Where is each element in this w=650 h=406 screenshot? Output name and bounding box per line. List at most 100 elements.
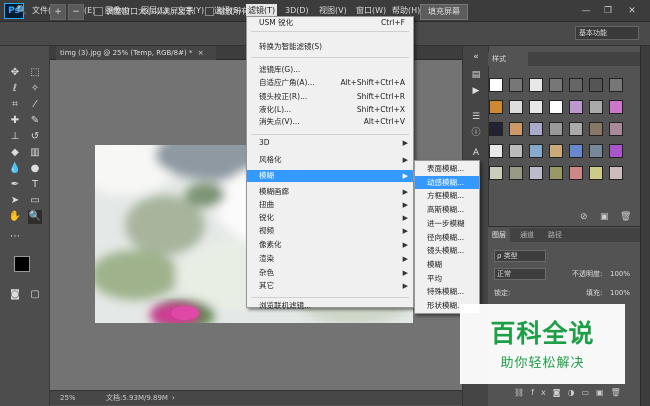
status-arrow-icon[interactable]: › bbox=[172, 391, 175, 405]
filter-menu-item[interactable]: 模糊画廊 ▶ bbox=[247, 186, 413, 198]
style-swatch[interactable] bbox=[509, 78, 523, 92]
healing-brush-icon[interactable]: ✚ bbox=[8, 114, 22, 128]
tab-layers[interactable]: 图层 bbox=[488, 228, 510, 242]
style-swatch[interactable] bbox=[549, 144, 563, 158]
filter-menu-item[interactable]: 其它 ▶ bbox=[247, 280, 413, 292]
style-swatch[interactable] bbox=[589, 122, 603, 136]
zoom-tool-icon[interactable]: 🔍 bbox=[14, 4, 30, 20]
zoom-all-checkbox[interactable] bbox=[205, 7, 214, 16]
zoom-level[interactable]: 25% bbox=[60, 391, 76, 405]
filter-menu-item[interactable]: 3D ▶ bbox=[247, 137, 413, 149]
blur-submenu-item[interactable]: 镜头模糊... bbox=[415, 244, 479, 258]
actions-panel-icon[interactable]: ▶ bbox=[468, 84, 484, 98]
style-swatch[interactable] bbox=[609, 122, 623, 136]
no-style-swatch[interactable] bbox=[489, 78, 503, 92]
blur-submenu-item[interactable]: 平均 bbox=[415, 272, 479, 286]
blur-submenu-item[interactable]: 高斯模糊... bbox=[415, 203, 479, 217]
blur-submenu-item[interactable]: 表面模糊... bbox=[415, 162, 479, 176]
filter-menu-item[interactable]: 消失点(V)... Alt+Ctrl+V bbox=[247, 116, 413, 128]
style-swatch[interactable] bbox=[529, 144, 543, 158]
style-swatch[interactable] bbox=[529, 166, 543, 180]
filter-menu-item[interactable]: 浏览联机滤镜... bbox=[247, 300, 413, 312]
style-swatch[interactable] bbox=[509, 144, 523, 158]
style-swatch[interactable] bbox=[609, 100, 623, 114]
collapse-icon[interactable]: « bbox=[468, 50, 484, 64]
blend-mode-select[interactable]: 正常 bbox=[494, 268, 546, 280]
filter-menu-item[interactable]: 液化(L)... Shift+Ctrl+X bbox=[247, 104, 413, 116]
filter-menu-item[interactable]: 像素化 ▶ bbox=[247, 239, 413, 251]
style-swatch[interactable] bbox=[509, 100, 523, 114]
style-swatch[interactable] bbox=[569, 166, 583, 180]
tab-paths[interactable]: 路径 bbox=[544, 228, 566, 242]
blur-submenu-item[interactable]: 动感模糊... bbox=[415, 175, 479, 190]
screen-mode-icon[interactable]: ▢ bbox=[28, 288, 42, 302]
opacity-value[interactable]: 100% bbox=[610, 268, 630, 280]
style-swatch[interactable] bbox=[489, 144, 503, 158]
hand-tool-icon[interactable]: ✋ bbox=[8, 210, 22, 224]
char-panel-icon[interactable]: A bbox=[468, 146, 484, 160]
style-swatch[interactable] bbox=[609, 144, 623, 158]
style-swatch[interactable] bbox=[489, 166, 503, 180]
workspace-select[interactable]: 基本功能 bbox=[575, 26, 639, 40]
style-swatch[interactable] bbox=[609, 78, 623, 92]
no-style-icon[interactable]: ⊘ bbox=[580, 212, 588, 222]
marquee-tool-icon[interactable]: ⬚ bbox=[28, 66, 42, 80]
blur-submenu-item[interactable]: 特殊模糊... bbox=[415, 285, 479, 299]
style-swatch[interactable] bbox=[509, 122, 523, 136]
filter-menu-item[interactable]: 滤镜库(G)... bbox=[247, 64, 413, 76]
more-tools-icon[interactable]: ⋯ bbox=[8, 230, 22, 244]
close-icon[interactable]: ✕ bbox=[624, 5, 640, 17]
filter-menu-item[interactable]: 模糊 ▶ bbox=[247, 170, 413, 182]
style-swatch[interactable] bbox=[569, 122, 583, 136]
style-swatch[interactable] bbox=[589, 144, 603, 158]
style-swatch[interactable] bbox=[489, 100, 503, 114]
properties-panel-icon[interactable]: ☰ bbox=[468, 110, 484, 124]
clone-stamp-icon[interactable]: ⊥ bbox=[8, 130, 22, 144]
zoom-out-icon[interactable]: − bbox=[68, 4, 84, 20]
foreground-color-swatch[interactable] bbox=[14, 256, 30, 272]
style-swatch[interactable] bbox=[489, 122, 503, 136]
style-swatch[interactable] bbox=[529, 100, 543, 114]
style-swatch[interactable] bbox=[549, 122, 563, 136]
blur-submenu-item[interactable]: 径向模糊... bbox=[415, 231, 479, 245]
fill-value[interactable]: 100% bbox=[610, 287, 630, 299]
zoom-in-icon[interactable]: + bbox=[50, 4, 66, 20]
tab-channels[interactable]: 通道 bbox=[516, 228, 538, 242]
style-swatch[interactable] bbox=[589, 78, 603, 92]
history-brush-icon[interactable]: ↺ bbox=[28, 130, 42, 144]
move-tool-icon[interactable]: ✥ bbox=[8, 66, 22, 80]
blur-submenu-item[interactable]: 方框模糊... bbox=[415, 189, 479, 203]
minimize-icon[interactable]: — bbox=[578, 5, 594, 17]
fill-screen-button[interactable]: 填充屏幕 bbox=[420, 4, 468, 20]
filter-menu-item[interactable]: 自适应广角(A)... Alt+Shift+Ctrl+A bbox=[247, 77, 413, 89]
gradient-tool-icon[interactable]: ▥ bbox=[28, 146, 42, 160]
style-swatch[interactable] bbox=[569, 144, 583, 158]
lasso-tool-icon[interactable]: ℓ bbox=[8, 82, 22, 96]
document-tab[interactable]: timg (3).jpg @ 25% (Temp, RGB/8#) * × bbox=[56, 46, 216, 60]
style-swatch[interactable] bbox=[569, 78, 583, 92]
history-panel-icon[interactable]: ▤ bbox=[468, 68, 484, 82]
filter-menu-item[interactable]: 镜头校正(R)... Shift+Ctrl+R bbox=[247, 91, 413, 103]
style-swatch[interactable] bbox=[549, 100, 563, 114]
doc-size[interactable]: 文档:5.93M/9.89M bbox=[106, 391, 168, 405]
filter-menu-item[interactable]: 渲染 ▶ bbox=[247, 253, 413, 265]
style-swatch[interactable] bbox=[529, 78, 543, 92]
layer-actions-icons[interactable]: ⛓fx◙◑▭▣🗑 bbox=[514, 388, 628, 397]
path-select-icon[interactable]: ➤ bbox=[8, 194, 22, 208]
dodge-tool-icon[interactable]: ● bbox=[28, 162, 42, 176]
eyedropper-icon[interactable]: ⁄ bbox=[28, 98, 42, 112]
quick-mask-icon[interactable]: ◙ bbox=[8, 288, 22, 302]
style-swatch[interactable] bbox=[569, 100, 583, 114]
eraser-tool-icon[interactable]: ◆ bbox=[8, 146, 22, 160]
new-style-icon[interactable]: ▣ bbox=[600, 212, 609, 222]
blur-submenu-item[interactable]: 进一步模糊 bbox=[415, 217, 479, 231]
pen-tool-icon[interactable]: ✒ bbox=[8, 178, 22, 192]
info-panel-icon[interactable]: ⓘ bbox=[468, 126, 484, 140]
zoom-tool-active-icon[interactable]: 🔍 bbox=[28, 210, 42, 224]
rectangle-tool-icon[interactable]: ▭ bbox=[28, 194, 42, 208]
filter-menu-item[interactable]: 锐化 ▶ bbox=[247, 212, 413, 224]
crop-tool-icon[interactable]: ⌗ bbox=[8, 98, 22, 112]
filter-menu-item[interactable]: 扭曲 ▶ bbox=[247, 199, 413, 211]
blur-tool-icon[interactable]: 💧 bbox=[8, 162, 22, 176]
type-tool-icon[interactable]: T bbox=[28, 178, 42, 192]
